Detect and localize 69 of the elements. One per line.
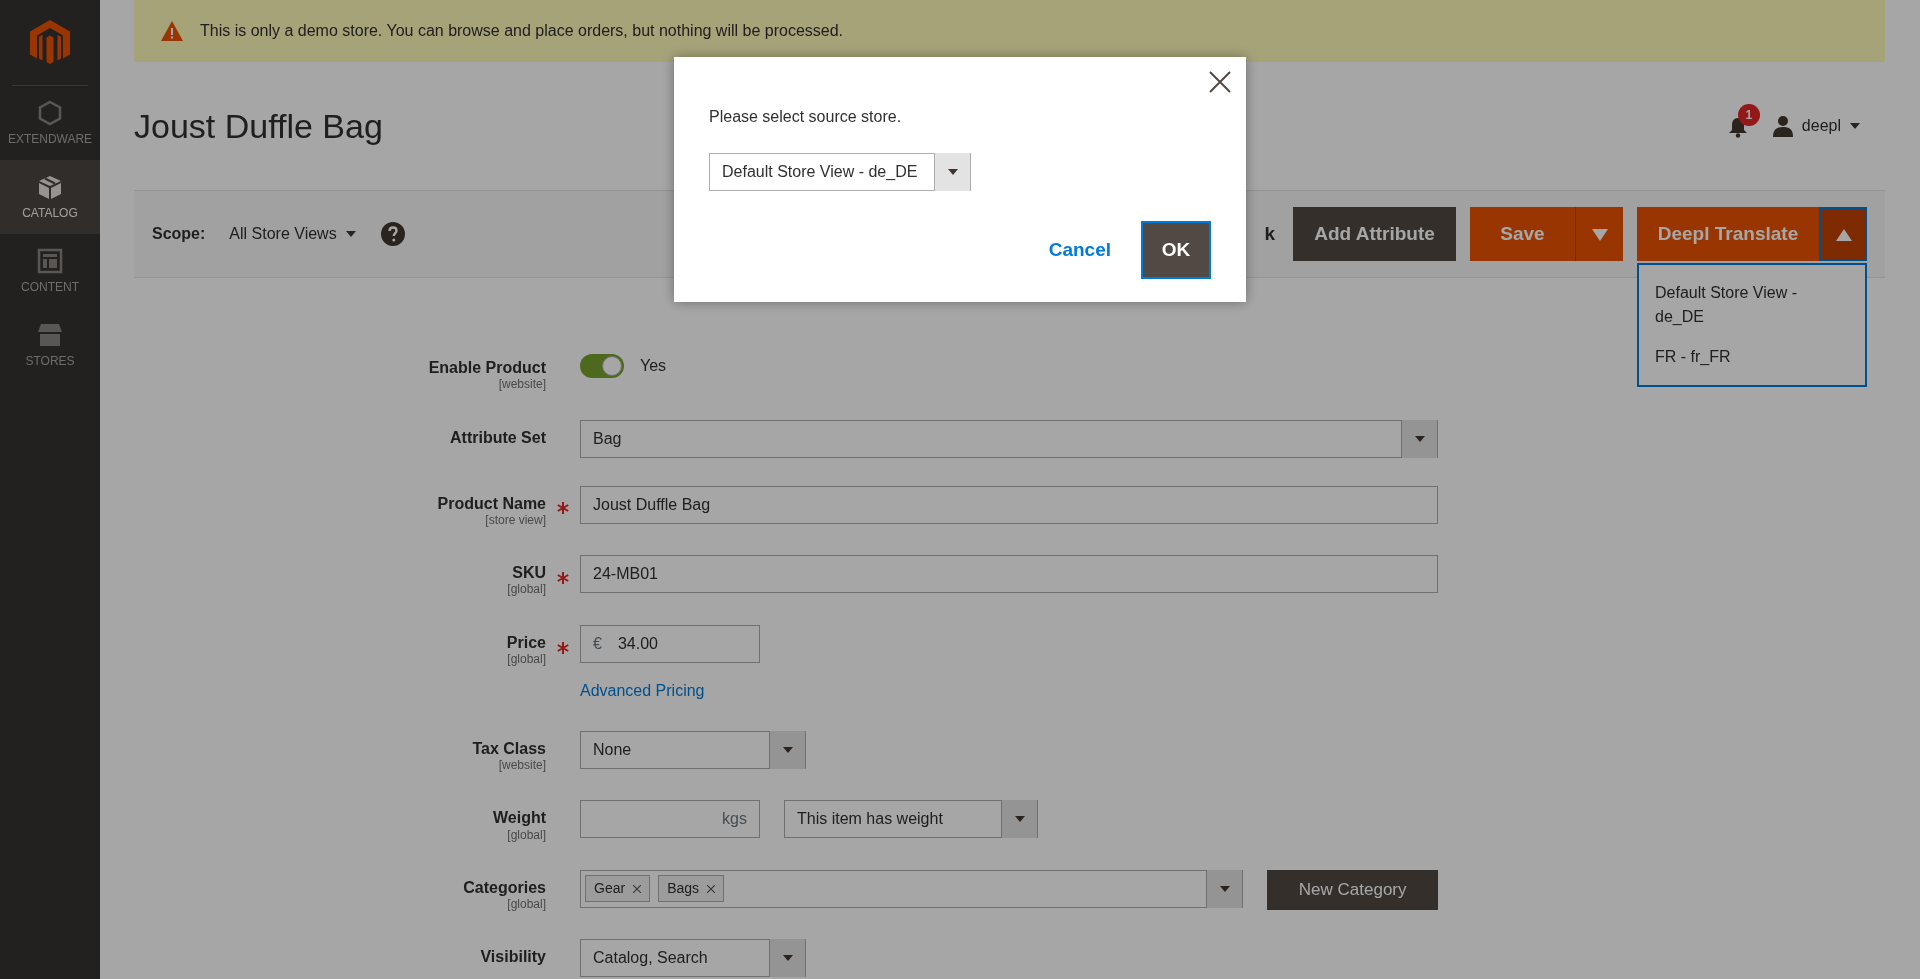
scope-note: [store view] <box>484 512 546 528</box>
input-field[interactable]: Joust Duffle Bag <box>580 485 1438 524</box>
scope-note: [website] <box>497 757 546 773</box>
toggle-switch[interactable] <box>580 354 624 378</box>
caret-icon <box>1218 884 1231 893</box>
field-label: SKU <box>511 563 546 583</box>
add-attribute-button[interactable]: Add Attribute <box>1293 207 1456 261</box>
field-label: Weight <box>491 808 546 828</box>
caret-icon <box>344 230 357 238</box>
field-label: Product Name <box>436 493 546 513</box>
advanced-pricing-link[interactable]: Advanced Pricing <box>580 678 705 703</box>
storefront-icon <box>37 322 63 348</box>
notification-count: 1 <box>1737 104 1760 126</box>
notice-text: This is only a demo store. You can browse and place orders, but nothing will be processed. <box>200 21 844 41</box>
caret-icon <box>781 954 794 963</box>
category-tag[interactable]: Gear <box>585 875 651 903</box>
caret-icon <box>1849 122 1861 130</box>
caret-down-icon <box>1591 228 1608 241</box>
menu-item[interactable]: FR - fr_FR <box>1639 337 1865 377</box>
dropdown-toggle[interactable] <box>1819 207 1867 261</box>
box-icon <box>37 174 63 200</box>
new-category-button[interactable]: New Category <box>1267 869 1438 910</box>
category-field[interactable]: Gear Bags <box>580 869 1244 908</box>
caret-icon <box>1413 434 1426 443</box>
field-label: Enable Product <box>427 358 546 378</box>
scope-note: [global] <box>506 827 546 842</box>
caret-up-icon <box>1835 228 1852 241</box>
field-label: Attribute Set <box>449 427 546 447</box>
store-select[interactable]: Default Store View - de_DE <box>709 153 971 191</box>
select-field[interactable]: This item has weight <box>784 800 1038 839</box>
close-icon[interactable] <box>1209 71 1231 93</box>
input-field[interactable]: 24-MB01 <box>580 555 1438 594</box>
user-icon <box>1771 115 1794 137</box>
scope-label: Scope: <box>152 224 206 244</box>
ok-button[interactable]: OK <box>1141 221 1211 279</box>
dropdown-toggle[interactable] <box>1575 207 1623 261</box>
weight-field[interactable]: kgs <box>580 800 760 839</box>
sidebar-item[interactable]: CATALOG <box>0 160 100 234</box>
warning-icon <box>160 20 184 42</box>
caret-icon <box>1013 815 1026 824</box>
modal-message: Please select source store. <box>709 107 903 127</box>
price-field[interactable]: € 34.00 <box>580 624 760 663</box>
close-icon[interactable] <box>707 884 716 893</box>
select-field[interactable]: Bag <box>580 419 1438 458</box>
caret-icon <box>946 168 959 176</box>
page-title: Joust Duffle Bag <box>134 105 383 147</box>
layout-icon <box>37 248 63 274</box>
field-label: Tax Class <box>471 738 546 758</box>
scope-note: [global] <box>506 582 546 597</box>
category-tag[interactable]: Bags <box>658 875 725 903</box>
field-label: Visibility <box>479 947 546 967</box>
user-menu[interactable]: deepl <box>1771 114 1861 138</box>
help-icon[interactable] <box>380 222 405 246</box>
caret-icon <box>781 745 794 754</box>
field-label: Categories <box>462 877 546 898</box>
select-field[interactable]: None <box>580 730 806 769</box>
scope-note: [global] <box>506 897 546 912</box>
scope-note: [global] <box>506 651 546 667</box>
cancel-button[interactable]: Cancel <box>1042 234 1117 266</box>
logo-icon <box>30 19 70 66</box>
hexagon-icon <box>37 100 63 126</box>
select-field[interactable]: Catalog, Search <box>580 939 806 978</box>
toggle-value: Yes <box>640 356 667 376</box>
close-icon[interactable] <box>633 884 642 893</box>
menu-item[interactable]: Default Store View - de_DE <box>1639 273 1865 337</box>
field-label: Price <box>505 632 546 652</box>
scope-dropdown[interactable]: All Store Views <box>229 222 357 246</box>
scope-note: [website] <box>497 377 546 392</box>
back-button[interactable]: k <box>1260 207 1279 261</box>
